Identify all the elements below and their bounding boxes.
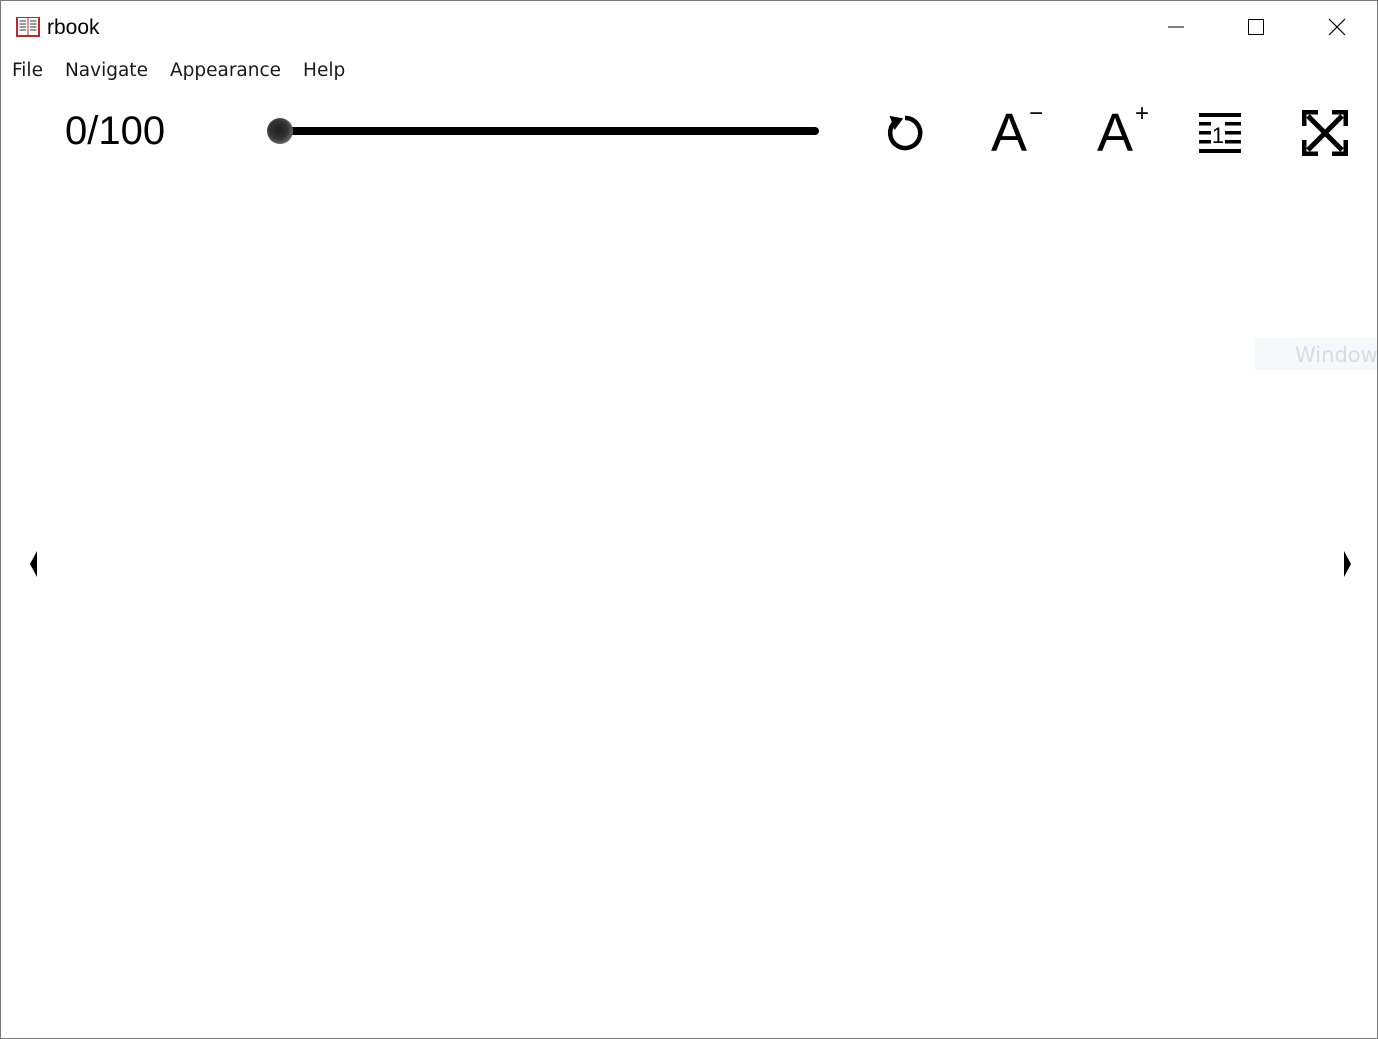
triangle-right-icon <box>1344 551 1351 577</box>
slider-thumb[interactable] <box>267 118 293 144</box>
decrease-font-button[interactable]: A − <box>979 100 1044 163</box>
triangle-left-icon <box>30 551 37 577</box>
close-button[interactable] <box>1297 1 1377 53</box>
minimize-icon <box>1168 26 1184 28</box>
menu-file[interactable]: File <box>1 53 54 89</box>
line-spacing-button[interactable]: 1 <box>1190 103 1250 163</box>
title-bar[interactable]: rbook <box>1 1 1377 53</box>
line-spacing-icon: 1 <box>1199 113 1241 153</box>
window-title: rbook <box>47 16 100 39</box>
font-increase-icon: A + <box>1096 100 1150 163</box>
fullscreen-icon <box>1302 110 1348 156</box>
font-decrease-icon: A − <box>990 100 1044 163</box>
book-icon <box>15 15 41 39</box>
page-counter: 0/100 <box>65 109 166 153</box>
reload-button[interactable] <box>875 103 935 163</box>
menu-navigate[interactable]: Navigate <box>54 53 159 89</box>
svg-text:1: 1 <box>1212 123 1224 148</box>
progress-slider[interactable] <box>267 118 819 144</box>
prev-page-button[interactable] <box>27 549 43 579</box>
minimize-button[interactable] <box>1136 1 1216 53</box>
slider-track[interactable] <box>277 127 819 135</box>
close-icon <box>1328 18 1346 36</box>
maximize-button[interactable] <box>1216 1 1296 53</box>
reading-area[interactable]: Window <box>1 181 1377 1038</box>
next-page-button[interactable] <box>1341 549 1357 579</box>
watermark-text: Window <box>1255 338 1377 370</box>
app-window: rbook File Navigate Appearance Help 0/10… <box>0 0 1378 1039</box>
reload-icon <box>887 115 923 151</box>
toolbar: 0/100 A − A + 1 <box>1 93 1377 173</box>
maximize-icon <box>1248 19 1264 35</box>
menu-help[interactable]: Help <box>292 53 356 89</box>
fullscreen-button[interactable] <box>1295 103 1355 163</box>
menu-bar: File Navigate Appearance Help <box>1 53 1377 89</box>
menu-appearance[interactable]: Appearance <box>159 53 292 89</box>
increase-font-button[interactable]: A + <box>1085 100 1150 163</box>
